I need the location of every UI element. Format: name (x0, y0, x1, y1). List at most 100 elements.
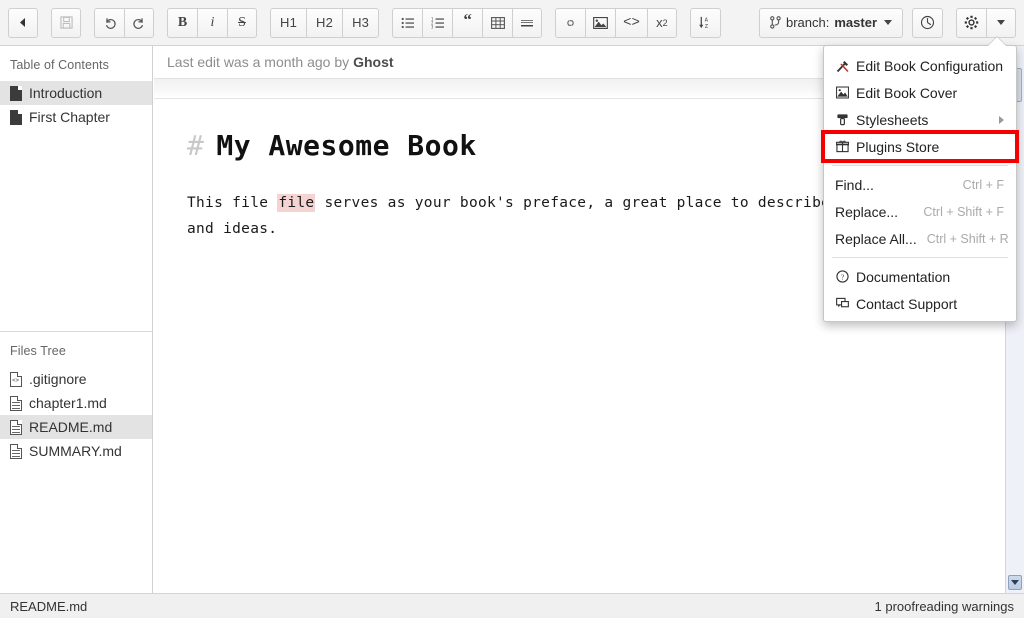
svg-text:3: 3 (431, 24, 434, 29)
toolbar-group-headings: H1 H2 H3 (270, 7, 380, 38)
paragraph-line-2: and ideas. (187, 221, 278, 237)
heading-3-button[interactable]: H3 (342, 7, 380, 38)
heading-1-button[interactable]: H1 (270, 7, 307, 38)
menu-item-find[interactable]: Find... Ctrl + F (824, 171, 1016, 198)
picture-icon (835, 86, 850, 99)
document-icon (10, 443, 22, 459)
toolbar-group-sort: A Z (689, 7, 721, 38)
sort-button[interactable]: A Z (689, 7, 721, 38)
toolbar-group-settings (956, 7, 1016, 38)
status-bar: README.md 1 proofreading warnings (0, 593, 1024, 618)
file-item-gitignore[interactable]: <> .gitignore (0, 367, 152, 391)
menu-item-edit-book-cover[interactable]: Edit Book Cover (824, 79, 1016, 106)
menu-item-label: Edit Book Configuration (856, 57, 1004, 74)
menu-item-shortcut: Ctrl + Shift + F (923, 204, 1004, 219)
chevron-down-icon (884, 20, 892, 25)
bold-button[interactable]: B (167, 7, 197, 38)
menu-item-label: Edit Book Cover (856, 84, 958, 101)
file-item-label: README.md (29, 419, 113, 435)
file-item-readme[interactable]: README.md (0, 415, 152, 439)
menu-item-shortcut: Ctrl + F (962, 177, 1004, 192)
branch-selector-button[interactable]: branch: master (758, 7, 903, 38)
menu-item-edit-book-configuration[interactable]: Edit Book Configuration (824, 52, 1016, 79)
files-tree-section: Files Tree <> .gitignore chapter1.md REA… (0, 331, 152, 463)
blockquote-button[interactable]: “ (452, 7, 483, 38)
files-tree-title: Files Tree (10, 344, 66, 358)
link-button[interactable] (555, 7, 586, 38)
horizontal-rule-button[interactable] (512, 7, 543, 38)
toc-item-label: Introduction (29, 85, 103, 101)
italic-button[interactable]: i (197, 7, 227, 38)
toolbar-group-history-view (912, 7, 943, 38)
main-toolbar: B i S H1 H2 H3 1 2 3 “ <> x 2 A Z branch… (0, 0, 1024, 46)
settings-button[interactable] (956, 7, 986, 38)
table-of-contents-list: Introduction First Chapter (0, 81, 152, 129)
paragraph-part-1: This file (187, 195, 278, 211)
file-item-chapter1[interactable]: chapter1.md (0, 391, 152, 415)
paint-roller-icon (835, 113, 850, 126)
paragraph-part-2: serves as your book's preface, a great p… (315, 195, 876, 211)
menu-item-label: Contact Support (856, 295, 958, 312)
menu-item-label: Stylesheets (856, 111, 929, 128)
branch-icon (770, 16, 781, 29)
redo-button[interactable] (124, 7, 154, 38)
image-button[interactable] (585, 7, 616, 38)
heading-2-button[interactable]: H2 (306, 7, 343, 38)
heading-text: My Awesome Book (216, 129, 477, 162)
numbered-list-button[interactable]: 1 2 3 (422, 7, 453, 38)
app-window: B i S H1 H2 H3 1 2 3 “ <> x 2 A Z branch… (0, 0, 1024, 618)
files-tree-list: <> .gitignore chapter1.md README.md SUMM… (0, 367, 152, 463)
menu-item-label: Find... (835, 176, 874, 193)
toolbar-group-insert: <> x2 (555, 7, 677, 38)
back-button[interactable] (8, 7, 38, 38)
svg-text:Z: Z (704, 24, 708, 30)
undo-button[interactable] (94, 7, 124, 38)
menu-item-plugins-store[interactable]: Plugins Store (821, 130, 1019, 163)
file-item-label: .gitignore (29, 371, 87, 387)
file-item-summary[interactable]: SUMMARY.md (0, 439, 152, 463)
chevron-down-icon (997, 20, 1005, 25)
document-icon (10, 85, 22, 101)
menu-pointer-arrow (988, 37, 1006, 46)
svg-text:A: A (704, 18, 708, 24)
save-button[interactable] (51, 7, 81, 38)
plugin-box-icon (835, 140, 850, 153)
branch-name-label: master (834, 15, 877, 30)
menu-item-replace[interactable]: Replace... Ctrl + Shift + F (824, 198, 1016, 225)
chevron-right-icon (999, 115, 1004, 124)
menu-item-contact-support[interactable]: Contact Support (824, 290, 1016, 317)
settings-dropdown-menu: Edit Book Configuration Edit Book Cover (821, 45, 1019, 322)
file-item-label: SUMMARY.md (29, 443, 122, 459)
last-edit-author: Ghost (353, 54, 394, 70)
scroll-down-button[interactable] (1008, 575, 1022, 590)
status-proofreading-warnings[interactable]: 1 proofreading warnings (875, 599, 1014, 614)
document-icon (10, 109, 22, 125)
chevron-down-icon (1011, 580, 1019, 585)
bullet-list-button[interactable] (392, 7, 423, 38)
toc-item-first-chapter[interactable]: First Chapter (0, 105, 152, 129)
toolbar-group-history (94, 7, 154, 38)
toolbar-group-save (51, 7, 81, 38)
toc-item-introduction[interactable]: Introduction (0, 81, 152, 105)
settings-dropdown-button[interactable] (986, 7, 1016, 38)
menu-separator (832, 257, 1008, 258)
table-button[interactable] (482, 7, 513, 38)
gear-icon (964, 15, 979, 30)
question-circle-icon: ? (835, 270, 850, 283)
proofreading-warning-word[interactable]: file (277, 194, 316, 212)
toolbar-group-nav (8, 7, 38, 38)
heading-hash-marker: # (187, 129, 205, 162)
code-button[interactable]: <> (615, 7, 647, 38)
history-button[interactable] (912, 7, 943, 38)
subscript-button[interactable]: x2 (646, 7, 677, 38)
menu-item-shortcut: Ctrl + Shift + R (926, 231, 1009, 246)
menu-item-replace-all[interactable]: Replace All... Ctrl + Shift + R (824, 225, 1016, 252)
menu-item-stylesheets[interactable]: Stylesheets (824, 106, 1016, 133)
document-icon (10, 395, 22, 411)
table-of-contents-title: Table of Contents (10, 58, 109, 72)
menu-item-label: Replace All... (835, 230, 917, 247)
strikethrough-button[interactable]: S (227, 7, 257, 38)
menu-item-documentation[interactable]: ? Documentation (824, 263, 1016, 290)
toolbar-group-inline-format: B i S (167, 7, 257, 38)
menu-item-label: Replace... (835, 203, 899, 220)
